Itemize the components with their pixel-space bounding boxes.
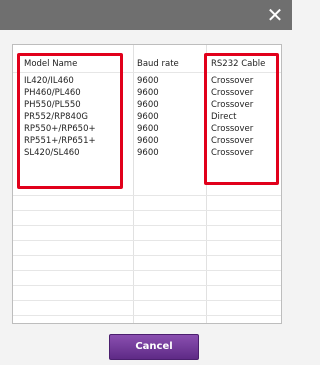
cell-baud: 9600 <box>137 136 159 146</box>
empty-row-line <box>13 195 281 196</box>
model-column-highlight <box>17 53 123 189</box>
cancel-button[interactable]: Cancel <box>109 334 199 360</box>
empty-row-line <box>13 270 281 271</box>
cell-baud: 9600 <box>137 88 159 98</box>
empty-row-line <box>13 210 281 211</box>
cell-baud: 9600 <box>137 148 159 158</box>
column-separator <box>133 45 134 323</box>
empty-row-line <box>13 300 281 301</box>
cell-baud: 9600 <box>137 112 159 122</box>
cable-column-highlight <box>204 53 279 185</box>
model-table: Model Name Baud rate RS232 Cable IL420/I… <box>12 44 282 324</box>
dialog-body: Model Name Baud rate RS232 Cable IL420/I… <box>0 30 292 365</box>
close-icon[interactable]: ✕ <box>264 4 286 26</box>
cell-baud: 9600 <box>137 124 159 134</box>
title-bar: ✕ <box>0 0 292 30</box>
empty-row-line <box>13 285 281 286</box>
empty-row-line <box>13 240 281 241</box>
cell-baud: 9600 <box>137 100 159 110</box>
empty-row-line <box>13 225 281 226</box>
cell-baud: 9600 <box>137 76 159 86</box>
empty-row-line <box>13 255 281 256</box>
header-baud-rate: Baud rate <box>137 59 179 69</box>
empty-row-line <box>13 315 281 316</box>
